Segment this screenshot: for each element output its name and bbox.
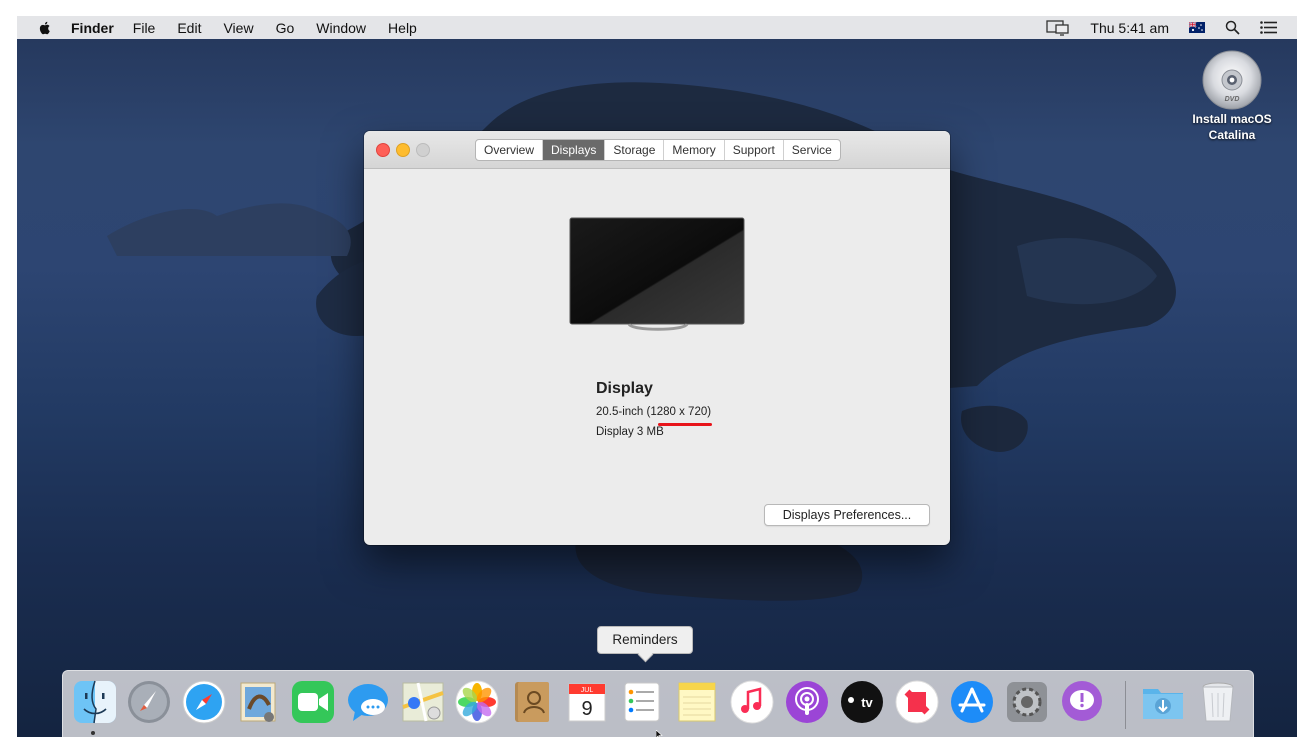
running-indicator	[91, 731, 95, 735]
podcasts-icon[interactable]	[784, 679, 830, 725]
desktop-disk-item[interactable]: DVD Install macOS Catalina	[1177, 49, 1287, 143]
menu-view[interactable]: View	[223, 20, 253, 36]
tab-service[interactable]: Service	[784, 140, 840, 160]
system-preferences-icon[interactable]	[1004, 679, 1050, 725]
red-annotation-underline	[658, 423, 712, 426]
display-info: Display 20.5-inch (1280 x 720) Display 3…	[596, 380, 711, 446]
dock-tooltip: Reminders	[597, 626, 693, 654]
displays-preferences-button[interactable]: Displays Preferences...	[764, 504, 930, 526]
calendar-month: JUL	[581, 687, 594, 694]
zoom-button[interactable]	[416, 143, 430, 157]
display-image	[569, 217, 745, 340]
menu-edit[interactable]: Edit	[177, 20, 201, 36]
display-title: Display	[596, 380, 653, 397]
messages-icon[interactable]	[345, 679, 391, 725]
display-mirroring-icon[interactable]	[1046, 19, 1070, 36]
menu-file[interactable]: File	[133, 20, 156, 36]
tab-displays[interactable]: Displays	[543, 140, 606, 160]
photos-icon[interactable]	[454, 679, 500, 725]
disk-label-line1: Install macOS	[1192, 112, 1272, 126]
australia-flag-icon[interactable]	[1189, 22, 1205, 33]
spotlight-search-icon[interactable]	[1225, 20, 1240, 35]
window-titlebar[interactable]: Overview Displays Storage Memory Support…	[364, 131, 950, 169]
svg-text:DVD: DVD	[1225, 96, 1240, 103]
minimize-button[interactable]	[396, 143, 410, 157]
trash-icon[interactable]	[1195, 679, 1241, 725]
menu-clock[interactable]: Thu 5:41 am	[1090, 20, 1169, 36]
menu-help[interactable]: Help	[388, 20, 417, 36]
app-store-icon[interactable]	[949, 679, 995, 725]
feedback-assistant-icon[interactable]	[1059, 679, 1105, 725]
mail-icon[interactable]	[235, 679, 281, 725]
mouse-cursor-icon	[656, 730, 663, 737]
monitor-icon	[569, 217, 745, 331]
disk-label-line2: Catalina	[1208, 128, 1256, 142]
menu-app-name[interactable]: Finder	[71, 20, 114, 36]
tab-overview[interactable]: Overview	[476, 140, 544, 160]
news-icon[interactable]	[894, 679, 940, 725]
menu-window[interactable]: Window	[316, 20, 366, 36]
display-size: 20.5-inch (1280 x 720)	[596, 406, 712, 418]
launchpad-icon[interactable]	[126, 679, 172, 725]
desktop: Finder File Edit View Go Window Help Thu…	[17, 16, 1297, 737]
reminders-icon[interactable]	[619, 679, 665, 725]
calendar-day: 9	[581, 698, 592, 720]
close-button[interactable]	[376, 143, 390, 157]
facetime-icon[interactable]	[290, 679, 336, 725]
menu-bar: Finder File Edit View Go Window Help Thu…	[17, 16, 1297, 39]
tab-support[interactable]: Support	[725, 140, 784, 160]
dock: JUL 9 tv	[62, 670, 1254, 737]
music-icon[interactable]	[729, 679, 775, 725]
safari-icon[interactable]	[181, 679, 227, 725]
display-memory: Display 3 MB	[596, 426, 664, 438]
finder-icon[interactable]	[72, 679, 118, 725]
maps-icon[interactable]	[400, 679, 446, 725]
apple-icon[interactable]	[37, 20, 53, 36]
dvd-disk-icon: DVD	[1202, 50, 1262, 110]
tab-memory[interactable]: Memory	[664, 140, 725, 160]
notes-icon[interactable]	[674, 679, 720, 725]
about-this-mac-window: Overview Displays Storage Memory Support…	[364, 131, 950, 545]
notification-center-icon[interactable]	[1260, 21, 1277, 34]
dock-separator	[1125, 681, 1126, 729]
apple-tv-icon[interactable]: tv	[839, 679, 885, 725]
tab-storage[interactable]: Storage	[605, 140, 665, 160]
contacts-icon[interactable]	[509, 679, 555, 725]
tv-label: tv	[861, 695, 873, 710]
menu-go[interactable]: Go	[276, 20, 295, 36]
calendar-icon[interactable]: JUL 9	[564, 679, 610, 725]
downloads-folder-icon[interactable]	[1140, 679, 1186, 725]
tab-bar: Overview Displays Storage Memory Support…	[475, 139, 841, 161]
